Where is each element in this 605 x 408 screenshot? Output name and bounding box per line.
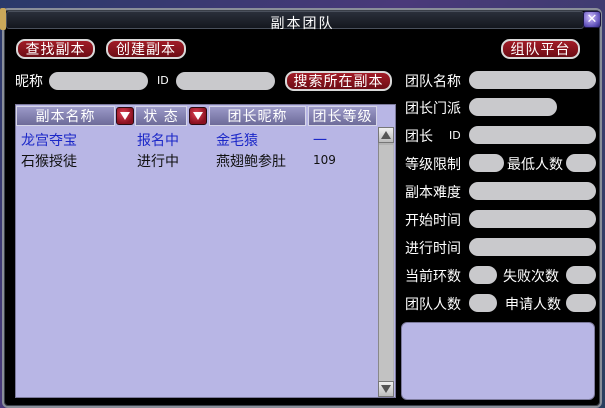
team-notes-box[interactable] [401, 322, 595, 400]
team-name-field [469, 71, 596, 89]
level-limit-field [469, 154, 504, 172]
leader-id-label: 团长 [405, 129, 433, 145]
fail-count-field [566, 266, 596, 284]
column-header-leader-name[interactable]: 团长昵称 [209, 106, 306, 126]
close-icon: ✕ [586, 12, 598, 27]
leader-id-field [469, 126, 596, 144]
scroll-down-button[interactable] [378, 381, 394, 397]
window-title: 副本团队 [270, 16, 335, 32]
column-header-leader-level[interactable]: 团长等级 [308, 106, 377, 126]
nickname-input[interactable] [49, 72, 148, 90]
scroll-down-icon [381, 385, 391, 393]
team-size-label: 团队人数 [405, 297, 461, 313]
current-round-field [469, 266, 497, 284]
difficulty-label: 副本难度 [405, 185, 461, 201]
row-status: 报名中 [137, 133, 179, 149]
team-size-field [469, 294, 497, 312]
search-location-button[interactable]: 搜索所在副本 [285, 71, 392, 91]
row-leader-name: 金毛猿 [216, 133, 258, 149]
row-leader-level: 109 [313, 153, 336, 167]
min-members-field [566, 154, 596, 172]
applicants-label: 申请人数 [505, 297, 561, 313]
sort-dungeon-name-button[interactable] [116, 107, 134, 125]
scrollbar-thumb[interactable] [379, 145, 393, 381]
dropdown-arrow-icon [193, 112, 203, 120]
min-members-label: 最低人数 [507, 157, 563, 173]
create-dungeon-button[interactable]: 创建副本 [106, 39, 186, 59]
close-button[interactable]: ✕ [583, 11, 601, 28]
row-dungeon-name: 龙宫夺宝 [21, 133, 77, 149]
team-platform-button[interactable]: 组队平台 [501, 39, 580, 59]
column-header-dungeon-name[interactable]: 副本名称 [16, 106, 115, 126]
leader-id-suffix: ID [449, 129, 461, 142]
fail-count-label: 失败次数 [503, 269, 559, 285]
scroll-up-icon [381, 131, 391, 139]
current-round-label: 当前环数 [405, 269, 461, 285]
row-leader-level: 一 [313, 133, 327, 149]
row-dungeon-name: 石猴授徒 [21, 154, 77, 170]
row-leader-name: 燕翅鲍参肚 [216, 154, 286, 170]
scroll-up-button[interactable] [378, 127, 394, 143]
id-label: ID [157, 74, 169, 87]
nickname-label: 昵称 [15, 74, 43, 90]
sort-status-button[interactable] [189, 107, 207, 125]
leader-sect-label: 团长门派 [405, 101, 461, 117]
start-time-label: 开始时间 [405, 213, 461, 229]
elapsed-time-field [469, 238, 596, 256]
leader-sect-field [469, 98, 557, 116]
start-time-field [469, 210, 596, 228]
search-dungeon-button[interactable]: 查找副本 [16, 39, 95, 59]
row-status: 进行中 [137, 154, 179, 170]
id-input[interactable] [176, 72, 275, 90]
dropdown-arrow-icon [120, 112, 130, 120]
difficulty-field [469, 182, 596, 200]
level-limit-label: 等级限制 [405, 157, 461, 173]
elapsed-time-label: 进行时间 [405, 241, 461, 257]
applicants-field [566, 294, 596, 312]
column-header-status[interactable]: 状 态 [135, 106, 187, 126]
team-name-label: 团队名称 [405, 74, 461, 90]
